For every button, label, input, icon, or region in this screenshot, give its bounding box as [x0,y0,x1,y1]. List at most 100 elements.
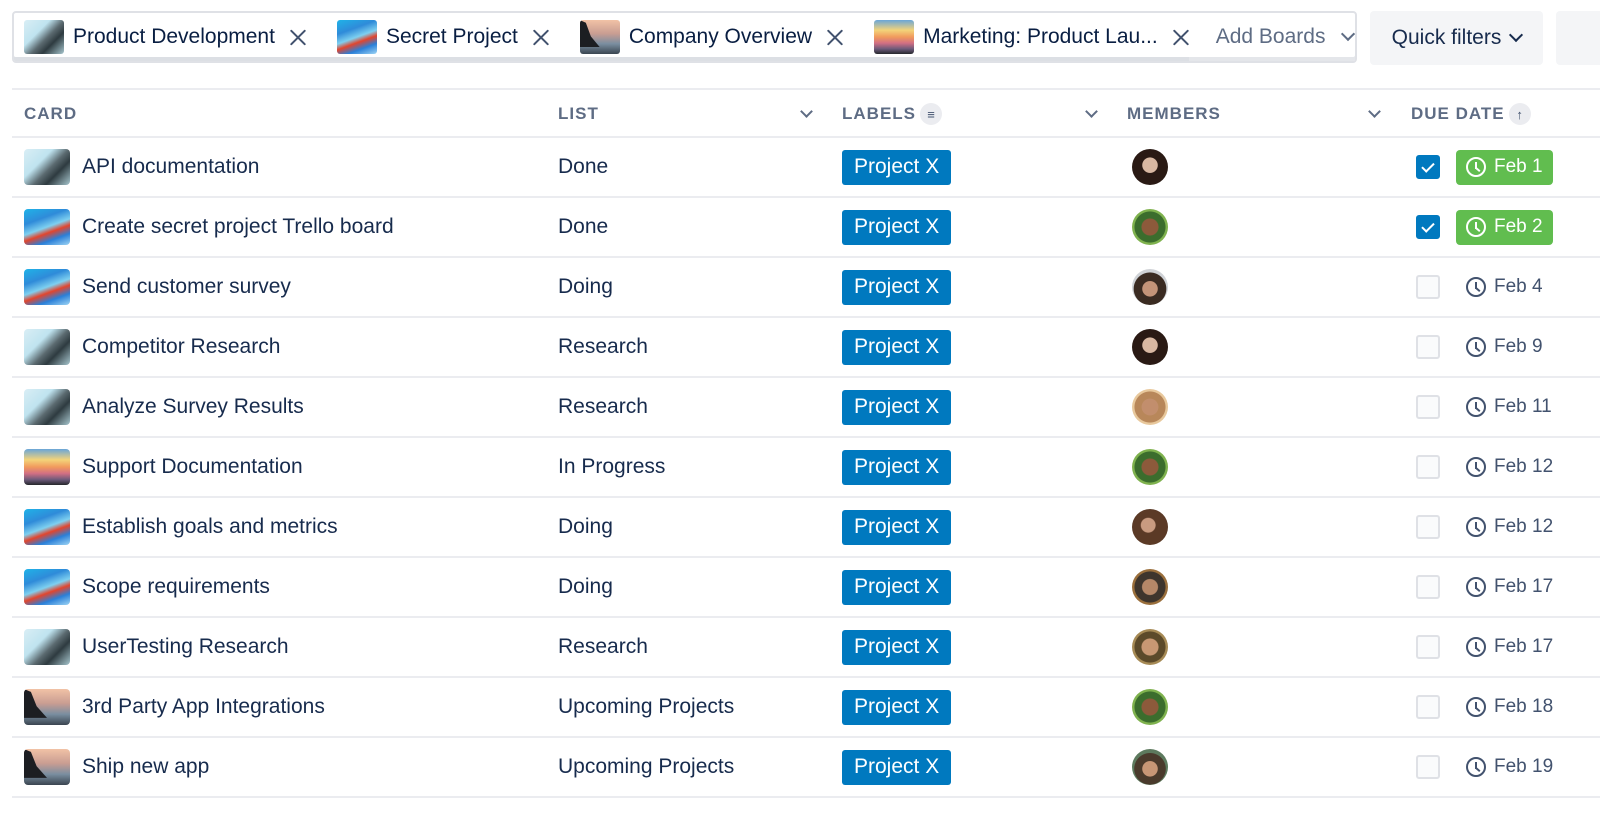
due-date-badge[interactable]: Feb 12 [1456,450,1563,485]
board-chip[interactable]: Company Overview [570,13,864,61]
table-row[interactable]: API documentation Done Project X Feb 1 [12,138,1600,198]
board-thumbnail [24,20,64,54]
chevron-down-icon[interactable] [800,105,813,118]
label-badge[interactable]: Project X [842,749,952,785]
more-button[interactable] [1556,11,1600,65]
list-name: Doing [558,575,613,598]
avatar[interactable] [1132,689,1168,725]
board-picker-scrollbar[interactable] [14,57,1189,61]
avatar[interactable] [1132,569,1168,605]
label-badge[interactable]: Project X [842,509,952,545]
label-badge[interactable]: Project X [842,269,952,305]
complete-checkbox[interactable] [1416,635,1440,659]
avatar[interactable] [1132,329,1168,365]
due-date-badge[interactable]: Feb 2 [1456,209,1553,245]
table-row[interactable]: Support Documentation In Progress Projec… [12,438,1600,498]
column-header-members[interactable]: MEMBERS [1127,90,1221,138]
complete-checkbox[interactable] [1416,335,1440,359]
avatar[interactable] [1132,389,1168,425]
label-badge[interactable]: Project X [842,209,952,245]
column-header-due-date[interactable]: DUE DATE ↑ [1411,90,1531,138]
labels-cell: Project X [842,618,952,676]
label-badge[interactable]: Project X [842,389,952,425]
column-header-labels[interactable]: LABELS ≡ [842,90,942,138]
column-header-card[interactable]: CARD [24,90,77,138]
board-picker[interactable]: Product Development Secret Project Compa… [12,11,1357,63]
due-date-badge[interactable]: Feb 12 [1456,510,1563,545]
label-badge[interactable]: Project X [842,149,952,185]
labels-cell: Project X [842,138,952,196]
quick-filters-button[interactable]: Quick filters [1370,11,1543,65]
card-cell: Send customer survey [24,258,291,316]
card-title[interactable]: Create secret project Trello board [82,215,394,239]
avatar[interactable] [1132,629,1168,665]
avatar[interactable] [1132,509,1168,545]
label-badge[interactable]: Project X [842,569,952,605]
card-title[interactable]: API documentation [82,155,259,179]
board-chip[interactable]: Product Development [14,13,327,61]
label-badge[interactable]: Project X [842,689,952,725]
due-date-badge[interactable]: Feb 19 [1456,750,1563,785]
complete-checkbox[interactable] [1416,515,1440,539]
due-date-badge[interactable]: Feb 1 [1456,149,1553,185]
clock-icon [1466,697,1486,717]
complete-checkbox[interactable] [1416,155,1440,179]
card-title[interactable]: Establish goals and metrics [82,515,338,539]
card-title[interactable]: Analyze Survey Results [82,395,304,419]
table-row[interactable]: Ship new app Upcoming Projects Project X… [12,738,1600,798]
members-cell [1132,678,1168,736]
card-title[interactable]: Competitor Research [82,335,280,359]
complete-checkbox[interactable] [1416,575,1440,599]
add-boards-dropdown[interactable]: Add Boards [1216,25,1355,49]
table-row[interactable]: Establish goals and metrics Doing Projec… [12,498,1600,558]
card-title[interactable]: UserTesting Research [82,635,289,659]
filter-icon[interactable]: ≡ [920,103,942,125]
complete-checkbox[interactable] [1416,395,1440,419]
card-title[interactable]: 3rd Party App Integrations [82,695,325,719]
complete-checkbox[interactable] [1416,455,1440,479]
close-icon[interactable] [532,28,550,46]
board-chip[interactable]: Marketing: Product Lau... [864,13,1210,61]
table-row[interactable]: Scope requirements Doing Project X Feb 1… [12,558,1600,618]
chevron-down-icon[interactable] [1085,105,1098,118]
complete-checkbox[interactable] [1416,215,1440,239]
avatar[interactable] [1132,449,1168,485]
table-row[interactable]: Competitor Research Research Project X F… [12,318,1600,378]
due-date-badge[interactable]: Feb 17 [1456,630,1563,665]
due-date-badge[interactable]: Feb 4 [1456,270,1553,305]
due-date-badge[interactable]: Feb 18 [1456,690,1563,725]
close-icon[interactable] [289,28,307,46]
due-date-badge[interactable]: Feb 11 [1456,390,1562,425]
card-thumbnail [24,449,70,485]
avatar[interactable] [1132,269,1168,305]
complete-checkbox[interactable] [1416,695,1440,719]
complete-checkbox[interactable] [1416,755,1440,779]
card-title[interactable]: Support Documentation [82,455,303,479]
due-date-badge[interactable]: Feb 9 [1456,330,1553,365]
board-chip[interactable]: Secret Project [327,13,570,61]
label-badge[interactable]: Project X [842,329,952,365]
table-row[interactable]: UserTesting Research Research Project X … [12,618,1600,678]
clock-icon [1466,517,1486,537]
column-header-list[interactable]: LIST [558,90,599,138]
card-title[interactable]: Scope requirements [82,575,270,599]
complete-checkbox[interactable] [1416,275,1440,299]
table-row[interactable]: Create secret project Trello board Done … [12,198,1600,258]
table-row[interactable]: Analyze Survey Results Research Project … [12,378,1600,438]
card-title[interactable]: Send customer survey [82,275,291,299]
due-date-badge[interactable]: Feb 17 [1456,570,1563,605]
label-badge[interactable]: Project X [842,629,952,665]
table-row[interactable]: 3rd Party App Integrations Upcoming Proj… [12,678,1600,738]
close-icon[interactable] [826,28,844,46]
complete-cell [1416,198,1440,256]
label-badge[interactable]: Project X [842,449,952,485]
close-icon[interactable] [1172,28,1190,46]
avatar[interactable] [1132,209,1168,245]
avatar[interactable] [1132,749,1168,785]
arrow-up-icon[interactable]: ↑ [1508,103,1531,125]
complete-cell [1416,438,1440,496]
avatar[interactable] [1132,149,1168,185]
table-row[interactable]: Send customer survey Doing Project X Feb… [12,258,1600,318]
card-title[interactable]: Ship new app [82,755,209,779]
chevron-down-icon[interactable] [1368,105,1381,118]
